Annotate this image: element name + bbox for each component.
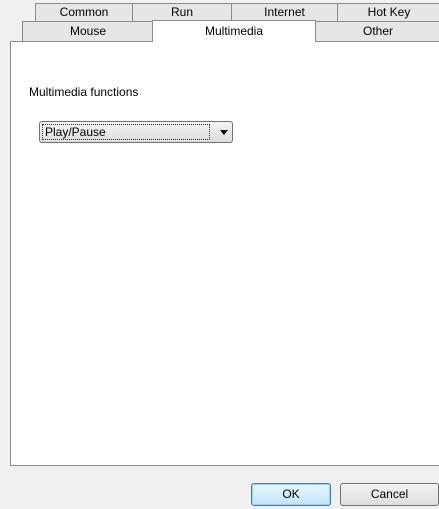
settings-dialog: Common Run Internet Hot Key Mouse Multim… (0, 0, 439, 509)
tab-run[interactable]: Run (132, 3, 232, 21)
multimedia-function-select[interactable]: Play/Pause (39, 121, 233, 143)
cancel-button[interactable]: Cancel (340, 483, 439, 506)
tab-common[interactable]: Common (35, 3, 133, 21)
tab-hot-key[interactable]: Hot Key (337, 3, 439, 21)
tab-panel-multimedia (10, 41, 439, 466)
tab-internet[interactable]: Internet (231, 3, 338, 21)
ok-button[interactable]: OK (251, 483, 331, 506)
multimedia-functions-label: Multimedia functions (29, 85, 139, 99)
tab-mouse[interactable]: Mouse (22, 21, 154, 41)
tab-other[interactable]: Other (315, 21, 439, 41)
multimedia-function-value: Play/Pause (42, 124, 210, 140)
chevron-down-icon[interactable] (220, 130, 228, 135)
tab-multimedia[interactable]: Multimedia (152, 20, 316, 42)
